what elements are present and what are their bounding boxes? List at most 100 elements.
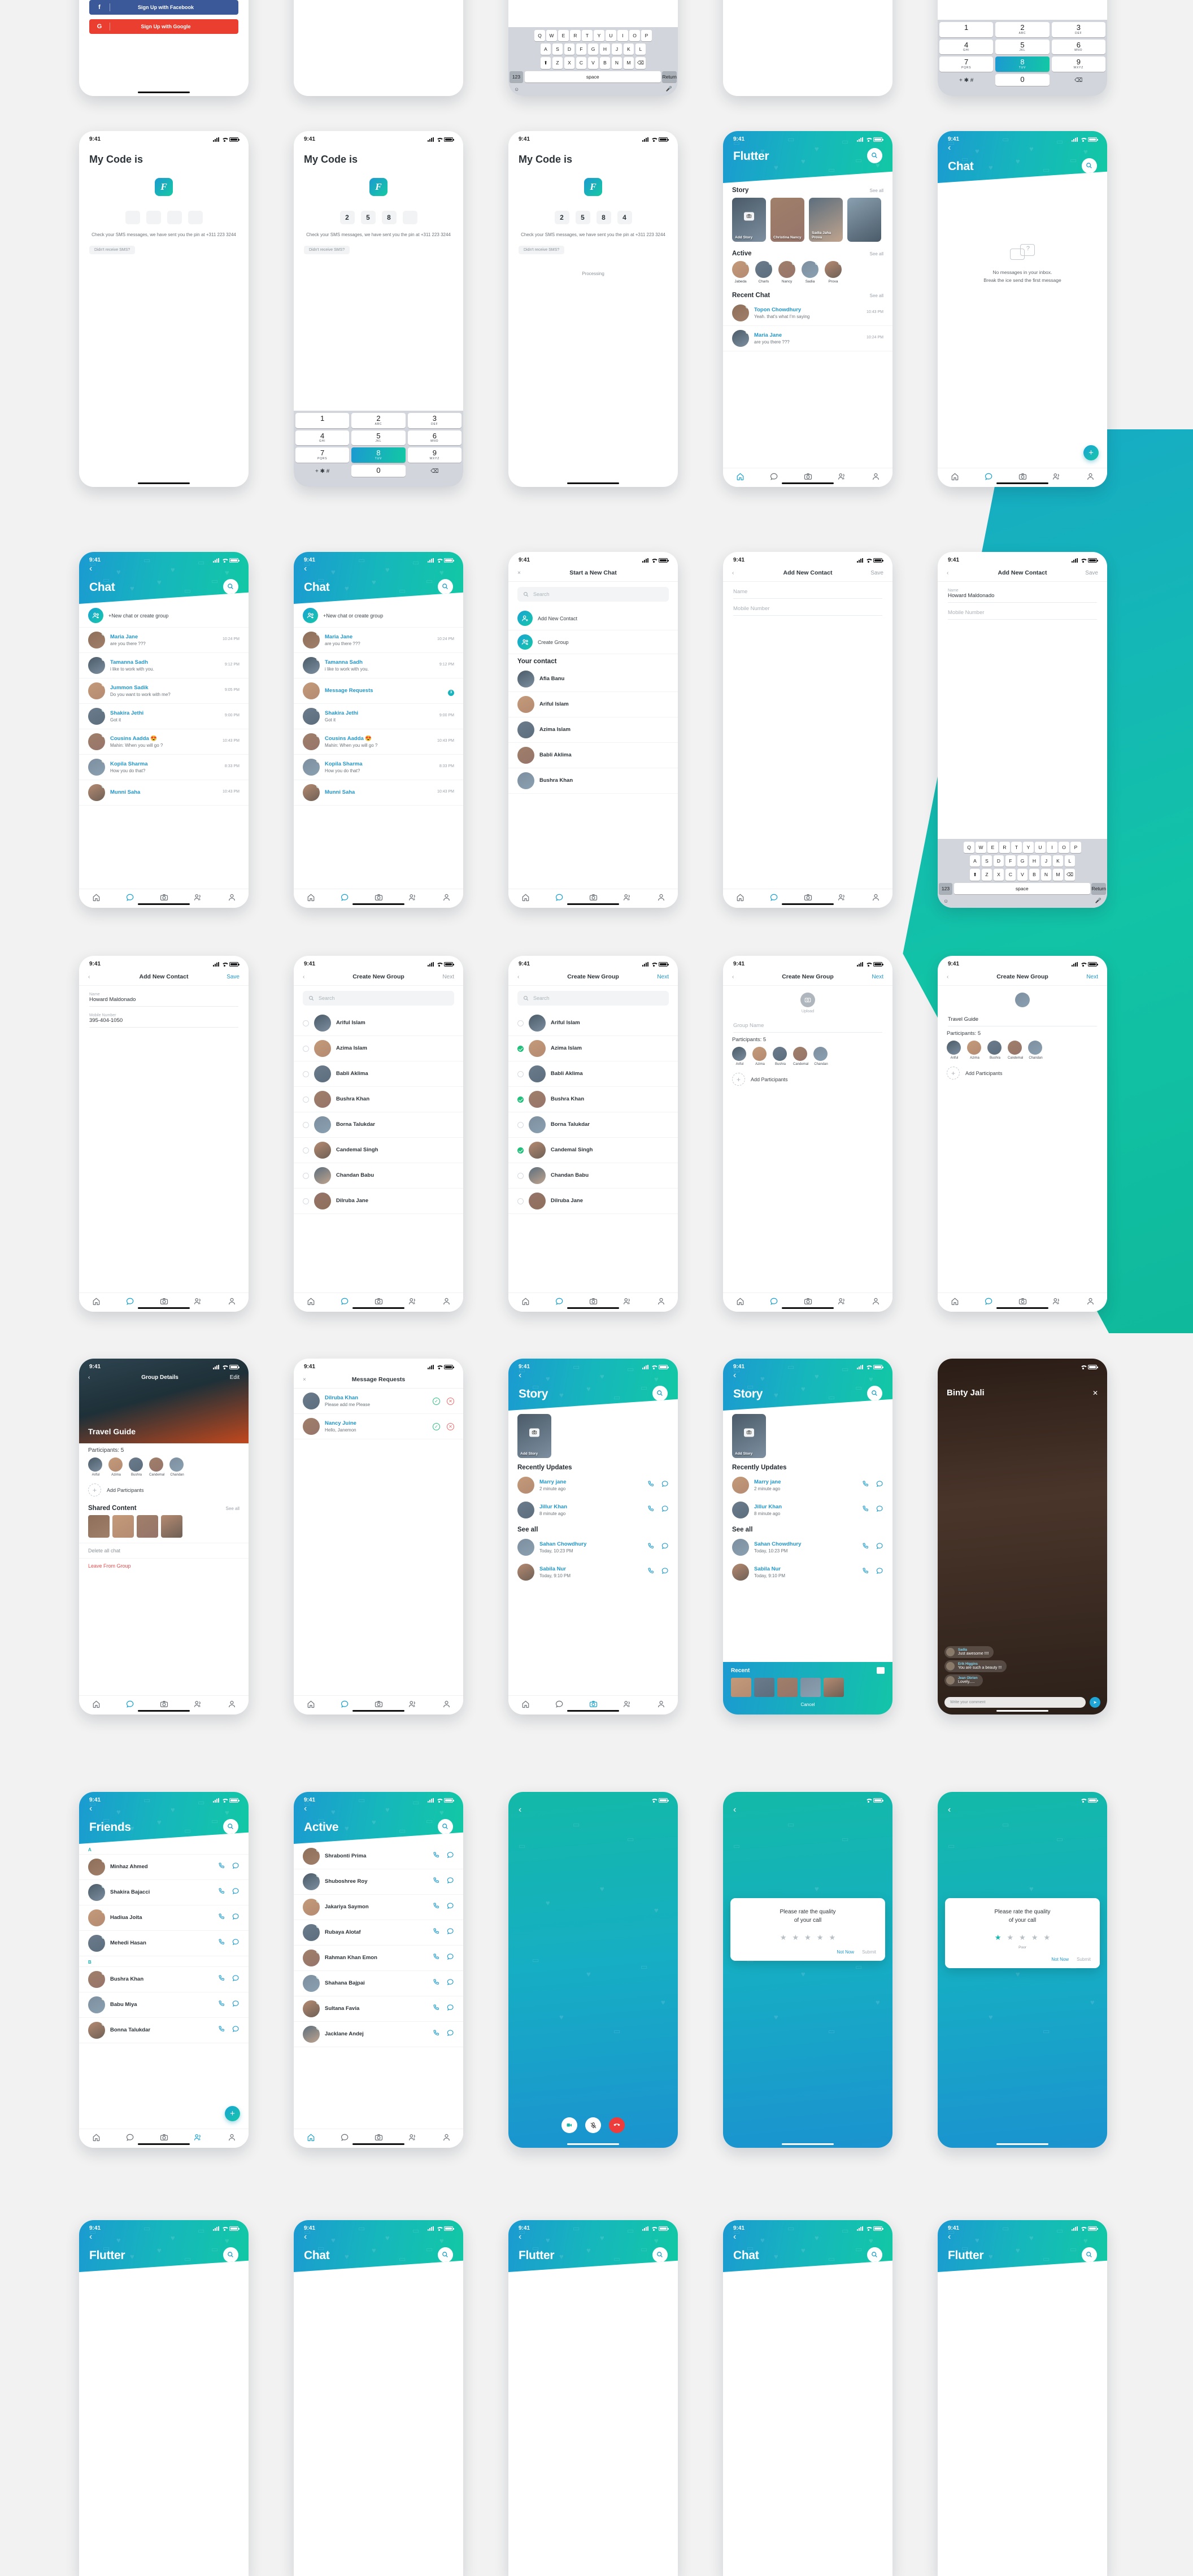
contact-row[interactable]: Rubaya Alotaf <box>294 1920 463 1946</box>
participant[interactable]: Azima <box>108 1457 124 1477</box>
nav-item-chat[interactable] <box>770 472 778 484</box>
key-F[interactable]: F <box>1005 855 1016 867</box>
nav-item-profile[interactable] <box>442 1297 451 1308</box>
accept-icon[interactable]: ✓ <box>433 1422 440 1430</box>
nav-item-chat[interactable] <box>341 1297 349 1308</box>
group-contact-row[interactable]: Candemal Singh <box>508 1138 678 1163</box>
story-all-row[interactable]: Sabila Nur Today, 9:10 PM <box>508 1560 678 1585</box>
nav-item-camera[interactable] <box>375 1700 383 1711</box>
mic-icon[interactable]: 🎤 <box>1095 898 1101 904</box>
chat-list-item[interactable]: Maria Jane are you there ??? 10:24 PM <box>294 628 463 653</box>
back-button[interactable]: ‹ <box>79 563 249 573</box>
chat-list-item[interactable]: Message Requests 3 <box>294 678 463 704</box>
pin-input-1[interactable]: 2 <box>554 211 569 224</box>
nav-item-camera[interactable] <box>1018 1297 1027 1308</box>
nav-item-chat[interactable] <box>770 893 778 904</box>
participant[interactable]: Azima <box>967 1041 982 1060</box>
mic-icon[interactable]: 🎤 <box>666 86 672 92</box>
pin-input-2[interactable]: 5 <box>575 211 590 224</box>
participant[interactable]: Candemal <box>1008 1041 1023 1060</box>
key-J[interactable]: J <box>611 43 622 55</box>
back-button[interactable]: ‹ <box>732 570 755 576</box>
key-M[interactable]: M <box>623 57 634 69</box>
star-1[interactable]: ★ <box>780 1933 787 1942</box>
call-icon[interactable] <box>647 1542 655 1552</box>
back-button[interactable]: ‹ <box>938 142 1107 153</box>
nav-item-home[interactable] <box>736 472 744 484</box>
new-chat-icon[interactable] <box>88 608 103 623</box>
message-request-row[interactable]: Nancy Juine Hello, Janemon ✓ ✕ <box>294 1414 463 1439</box>
resend-button[interactable]: Didn't receive SMS? <box>519 246 565 254</box>
key-D[interactable]: D <box>993 855 1004 867</box>
add-new-contact-row[interactable]: Add New Contact <box>508 607 678 630</box>
key-P[interactable]: P <box>641 30 652 41</box>
back-button[interactable]: ‹ <box>938 2231 1107 2242</box>
star-3[interactable]: ★ <box>804 1933 811 1942</box>
nav-item-people[interactable] <box>838 472 846 484</box>
key-R[interactable]: R <box>999 842 1010 853</box>
pin-input-1[interactable]: 2 <box>339 211 355 224</box>
story-update-row[interactable]: Marry jane 2 minute ago <box>508 1473 678 1498</box>
active-user[interactable]: Jabeda <box>732 261 749 284</box>
group-contact-row[interactable]: Babli Aklima <box>294 1061 463 1087</box>
participant[interactable]: Ariful <box>947 1041 962 1060</box>
back-button[interactable]: ‹ <box>947 570 969 576</box>
story-card[interactable]: Add Story <box>732 198 766 242</box>
participant[interactable]: Bushra <box>129 1457 144 1477</box>
nav-item-people[interactable] <box>623 1297 632 1308</box>
back-button[interactable]: ‹ <box>508 1803 678 1814</box>
participant[interactable]: Bushra <box>987 1041 1003 1060</box>
message-icon[interactable] <box>447 2004 454 2014</box>
star-5[interactable]: ★ <box>1043 1933 1050 1942</box>
submit-button[interactable]: Submit <box>862 1950 876 1955</box>
message-icon[interactable] <box>661 1505 669 1515</box>
nav-item-chat[interactable] <box>341 893 349 904</box>
nav-item-home[interactable] <box>307 893 315 904</box>
pin-input-4[interactable] <box>188 211 203 224</box>
chat-list-item[interactable]: Topon Chowdhury Yeah. that's what I'm sa… <box>723 301 892 326</box>
chat-list-item[interactable]: Munni Saha 10:43 PM <box>294 780 463 806</box>
group-contact-row[interactable]: Ariful Islam <box>294 1011 463 1036</box>
see-all-link[interactable]: See all <box>226 1506 240 1511</box>
backspace-key[interactable]: ⌫ <box>635 57 646 69</box>
nav-item-chat[interactable] <box>126 893 134 904</box>
key-K[interactable]: K <box>1052 855 1064 867</box>
nav-item-home[interactable] <box>307 2133 315 2144</box>
key-G[interactable]: G <box>587 43 599 55</box>
key-B[interactable]: B <box>1029 869 1040 881</box>
key-I[interactable]: I <box>1047 842 1057 853</box>
star-4[interactable]: ★ <box>817 1933 824 1942</box>
pin-inputs[interactable]: 2584 <box>508 211 678 224</box>
active-user[interactable]: Prova <box>825 261 842 284</box>
nav-item-profile[interactable] <box>872 472 880 484</box>
message-icon[interactable] <box>232 1913 240 1923</box>
nav-item-chat[interactable] <box>126 1297 134 1308</box>
create-group-row[interactable]: Create Group <box>508 630 678 654</box>
shift-key[interactable]: ⬆ <box>969 869 981 881</box>
message-icon[interactable] <box>447 1877 454 1887</box>
key-T[interactable]: T <box>1011 842 1022 853</box>
nav-item-camera[interactable] <box>375 2133 383 2144</box>
nav-item-people[interactable] <box>408 893 417 904</box>
nav-item-profile[interactable] <box>228 2133 236 2144</box>
key-I[interactable]: I <box>617 30 628 41</box>
call-icon[interactable] <box>433 1902 440 1912</box>
call-icon[interactable] <box>433 1877 440 1887</box>
add-participants-row[interactable]: + Add Participants <box>79 1480 249 1501</box>
keypad-key-4[interactable]: 4 GHI <box>295 430 350 446</box>
group-contact-row[interactable]: Chandan Babu <box>294 1163 463 1189</box>
chat-list-item[interactable]: Jummon Sadik Do you want to work with me… <box>79 678 249 704</box>
story-update-row[interactable]: Jillur Khan 8 minute ago <box>723 1498 892 1522</box>
nav-item-home[interactable] <box>92 893 101 904</box>
contact-checkbox[interactable] <box>303 1071 309 1077</box>
numbers-key[interactable]: 123 <box>939 883 952 894</box>
keypad-symbols[interactable]: + ✱ # <box>295 465 349 477</box>
nav-item-home[interactable] <box>521 1700 530 1711</box>
key-L[interactable]: L <box>635 43 646 55</box>
see-all-link[interactable]: See all <box>870 188 883 193</box>
nav-item-chat[interactable] <box>555 893 564 904</box>
chat-list-item[interactable]: Maria Jane are you there ??? 10:24 PM <box>723 326 892 351</box>
nav-item-people[interactable] <box>408 1700 417 1711</box>
message-icon[interactable] <box>232 1974 240 1985</box>
nav-item-profile[interactable] <box>657 1297 665 1308</box>
